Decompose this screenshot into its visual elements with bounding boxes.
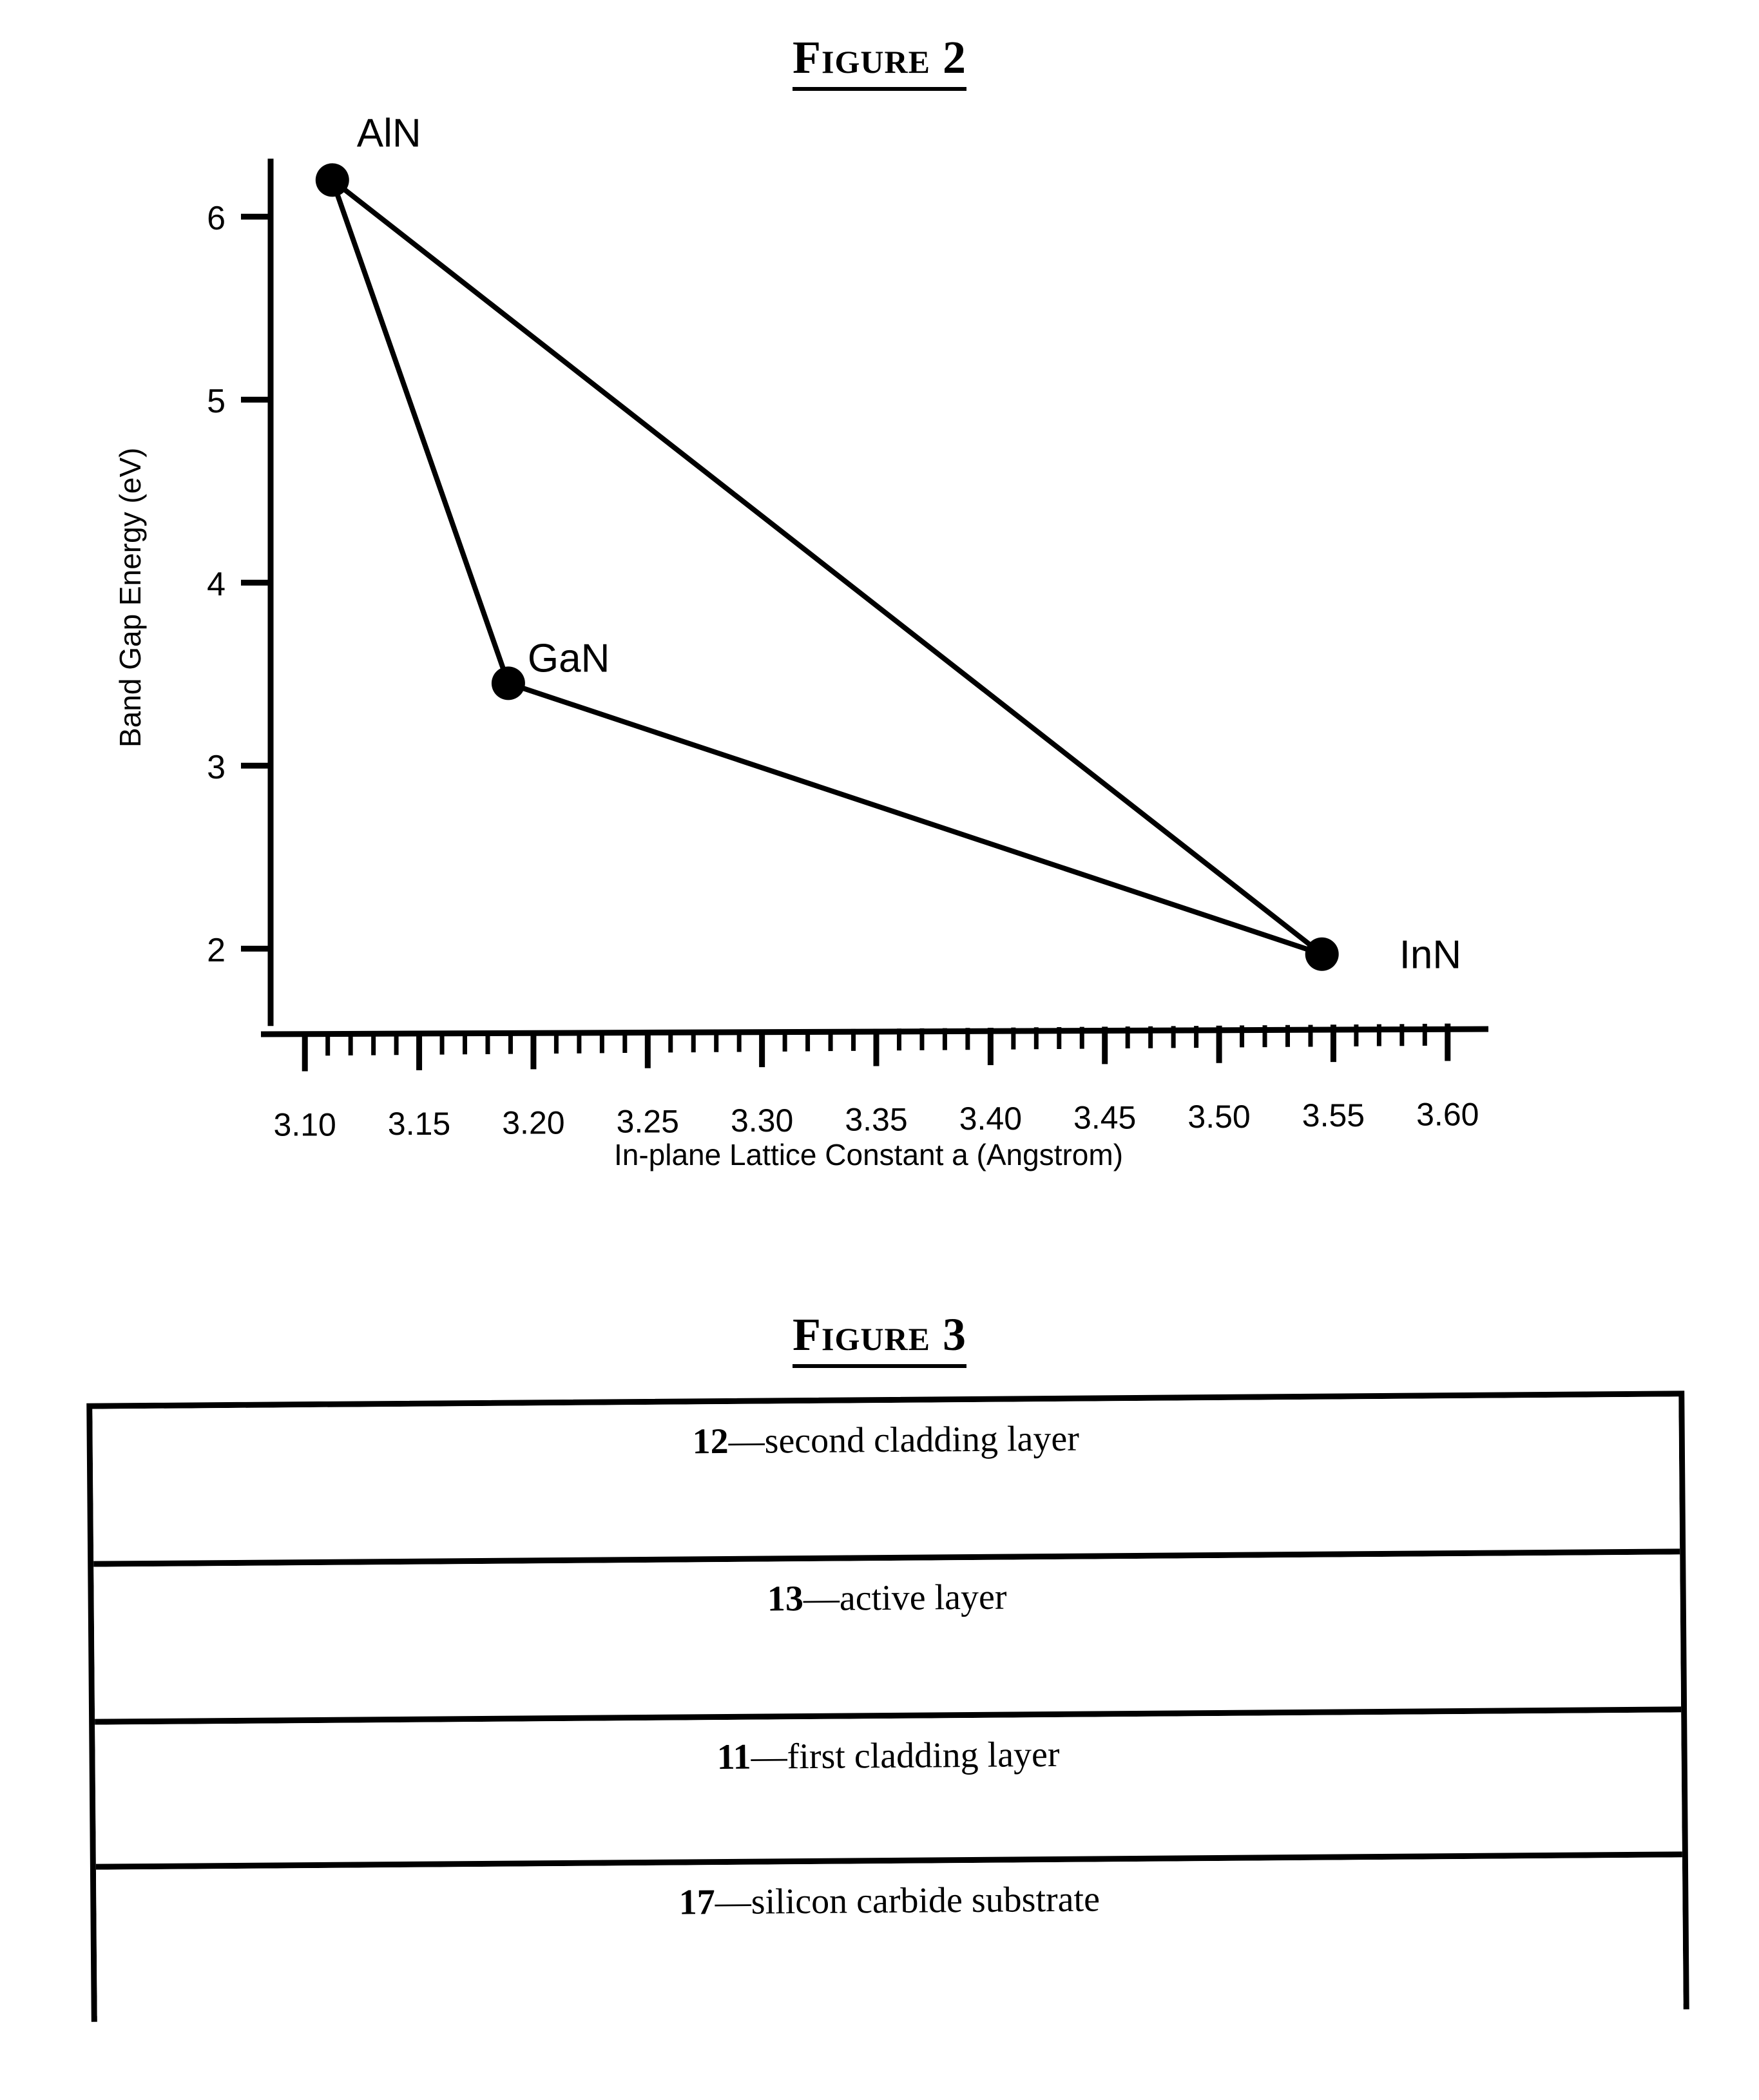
layer-label: 13—active layer xyxy=(767,1560,1007,1619)
x-axis-tick-label: 3.35 xyxy=(845,1102,907,1138)
data-series-line xyxy=(329,177,511,686)
data-point-label: InN xyxy=(1399,933,1461,978)
y-axis-title: Band Gap Energy (eV) xyxy=(113,448,147,747)
x-axis-tick-label: 3.10 xyxy=(274,1107,336,1143)
x-axis-tick-label: 3.55 xyxy=(1302,1097,1365,1133)
x-axis-tick-label: 3.40 xyxy=(959,1101,1022,1137)
x-axis-tick-label: 3.60 xyxy=(1416,1097,1479,1133)
data-series-line xyxy=(505,680,1325,957)
layer-dash: — xyxy=(715,1882,752,1923)
x-axis-tick-label: 3.25 xyxy=(617,1104,679,1140)
layer-label: 11—first cladding layer xyxy=(716,1717,1060,1778)
layer-name: second cladding layer xyxy=(764,1418,1080,1461)
layer-name: first cladding layer xyxy=(787,1734,1060,1777)
layer-row: 11—first cladding layer xyxy=(95,1712,1682,1870)
layer-stack-diagram: 12—second cladding layer 13—active layer… xyxy=(86,1391,1689,2028)
layer-label: 12—second cladding layer xyxy=(692,1402,1080,1462)
layer-row: 13—active layer xyxy=(93,1554,1682,1725)
layer-dash: — xyxy=(751,1737,787,1777)
layer-name: active layer xyxy=(839,1577,1007,1619)
data-series-line xyxy=(329,177,1325,957)
figure-2-chart: 2 3 4 5 6 3.10 3.15 3.20 3.25 3.30 3.35 3.40 3.45 3.5… xyxy=(0,97,1759,1231)
y-axis-tick-label: 2 xyxy=(207,932,226,969)
x-axis-title: In-plane Lattice Constant a (Angstrom) xyxy=(614,1138,1123,1171)
data-point-label: GaN xyxy=(528,636,610,680)
layer-row: 12—second cladding layer xyxy=(92,1396,1680,1567)
y-axis-tick-label: 4 xyxy=(207,566,226,603)
figure-2-title: Figure 2 xyxy=(793,31,966,91)
y-axis-tick-label: 3 xyxy=(207,749,226,786)
layer-name: silicon carbide substrate xyxy=(751,1879,1101,1922)
figure-2-title-container: Figure 2 xyxy=(0,31,1759,91)
chart-data-series xyxy=(315,163,1339,971)
chart-point-labels: AlN GaN InN xyxy=(357,111,1461,977)
x-axis-tick-label: 3.50 xyxy=(1187,1099,1250,1135)
y-axis-tick-label: 5 xyxy=(207,383,226,420)
layer-label: 17—silicon carbide substrate xyxy=(678,1862,1101,1923)
data-point-marker xyxy=(315,163,349,197)
figure-3-title-container: Figure 3 xyxy=(0,1308,1759,1368)
x-axis-tick-label: 3.30 xyxy=(731,1103,793,1139)
x-axis-tick-label: 3.20 xyxy=(502,1104,564,1141)
layer-number: 11 xyxy=(716,1737,751,1778)
x-axis-tick-label: 3.45 xyxy=(1073,1099,1136,1135)
data-point-marker xyxy=(491,666,525,700)
band-gap-energy-plot: 2 3 4 5 6 3.10 3.15 3.20 3.25 3.30 3.35 3.40 3.45 3.5… xyxy=(113,111,1489,1171)
y-axis-tick-label: 6 xyxy=(207,200,226,237)
x-axis-tick-label: 3.15 xyxy=(388,1106,450,1142)
data-point-label: AlN xyxy=(357,111,421,155)
layer-dash: — xyxy=(803,1578,840,1619)
layer-number: 17 xyxy=(678,1882,716,1923)
layer-number: 12 xyxy=(692,1421,729,1462)
layer-dash: — xyxy=(728,1421,765,1461)
data-point-marker xyxy=(1305,937,1339,971)
chart-axes: 2 3 4 5 6 3.10 3.15 3.20 3.25 3.30 3.35 3.40 3.45 3.5… xyxy=(207,159,1489,1143)
figure-3-title: Figure 3 xyxy=(793,1308,966,1368)
layer-row: 17—silicon carbide substrate xyxy=(95,1857,1684,2028)
layer-number: 13 xyxy=(767,1579,804,1619)
